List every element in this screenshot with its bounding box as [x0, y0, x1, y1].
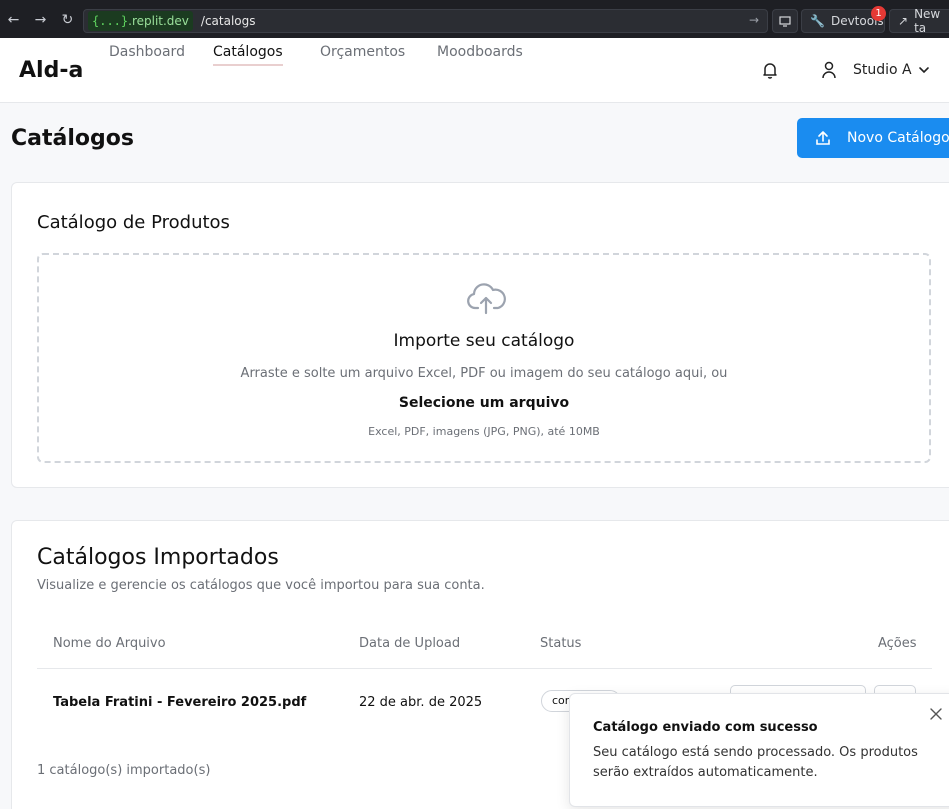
- success-toast: Catálogo enviado com sucesso Seu catálog…: [569, 693, 949, 807]
- devtools-badge: 1: [871, 6, 886, 21]
- upload-card: Catálogo de Produtos Importe seu catálog…: [11, 182, 949, 488]
- reload-icon[interactable]: ↻: [54, 12, 81, 28]
- new-tab-button[interactable]: ↗ New ta: [889, 7, 949, 35]
- user-icon[interactable]: [821, 61, 837, 79]
- logo: Ald-a: [19, 58, 84, 83]
- select-file-link[interactable]: Selecione um arquivo: [39, 395, 929, 411]
- row-file-name: Tabela Fratini - Fevereiro 2025.pdf: [53, 695, 307, 710]
- close-icon[interactable]: [930, 708, 942, 720]
- column-header-file: Nome do Arquivo: [53, 636, 166, 651]
- external-link-icon: ↗: [898, 14, 909, 28]
- file-dropzone[interactable]: Importe seu catálogo Arraste e solte um …: [37, 253, 931, 463]
- new-catalog-button[interactable]: Novo Catálogo: [797, 118, 949, 158]
- imported-card-title: Catálogos Importados: [37, 545, 279, 570]
- app-header: Ald-a Dashboard Catálogos Orçamentos Moo…: [0, 38, 949, 103]
- chevron-down-icon[interactable]: [917, 63, 931, 77]
- tab-dashboard[interactable]: Dashboard: [109, 44, 185, 64]
- column-header-actions: Ações: [878, 636, 917, 651]
- bell-icon[interactable]: [762, 61, 778, 79]
- imported-card-subtitle: Visualize e gerencie os catálogos que vo…: [37, 578, 485, 593]
- dropzone-title: Importe seu catálogo: [393, 331, 575, 351]
- page-title: Catálogos: [11, 126, 134, 151]
- url-host: {...}.replit.dev: [88, 11, 193, 31]
- toast-description: Seu catálogo está sendo processado. Os p…: [593, 745, 918, 780]
- column-header-status: Status: [540, 636, 582, 651]
- user-name[interactable]: Studio A: [853, 62, 912, 78]
- toast-title: Catálogo enviado com sucesso: [593, 720, 818, 735]
- tab-moodboards[interactable]: Moodboards: [437, 44, 523, 64]
- upload-icon: [816, 131, 830, 145]
- tab-catalogos[interactable]: Catálogos: [213, 44, 283, 66]
- screen-icon[interactable]: [772, 9, 798, 33]
- back-icon[interactable]: ←: [0, 12, 27, 28]
- upload-card-title: Catálogo de Produtos: [37, 212, 230, 233]
- tab-orcamentos[interactable]: Orçamentos: [320, 44, 405, 64]
- column-header-date: Data de Upload: [359, 636, 461, 651]
- dropzone-description: Arraste e solte um arquivo Excel, PDF ou…: [240, 366, 728, 381]
- row-upload-date: 22 de abr. de 2025: [359, 695, 483, 710]
- cloud-upload-icon: [467, 283, 506, 315]
- address-bar[interactable]: {...}.replit.dev /catalogs →: [83, 9, 768, 33]
- dropzone-hint: Excel, PDF, imagens (JPG, PNG), até 10MB: [368, 425, 600, 438]
- table-header: Nome do Arquivo Data de Upload Status Aç…: [37, 623, 932, 669]
- go-arrow-icon[interactable]: →: [749, 13, 759, 27]
- url-path: /catalogs: [200, 14, 256, 28]
- catalog-count: 1 catálogo(s) importado(s): [37, 763, 211, 778]
- forward-icon[interactable]: →: [27, 12, 54, 28]
- wrench-icon: 🔧: [810, 14, 825, 28]
